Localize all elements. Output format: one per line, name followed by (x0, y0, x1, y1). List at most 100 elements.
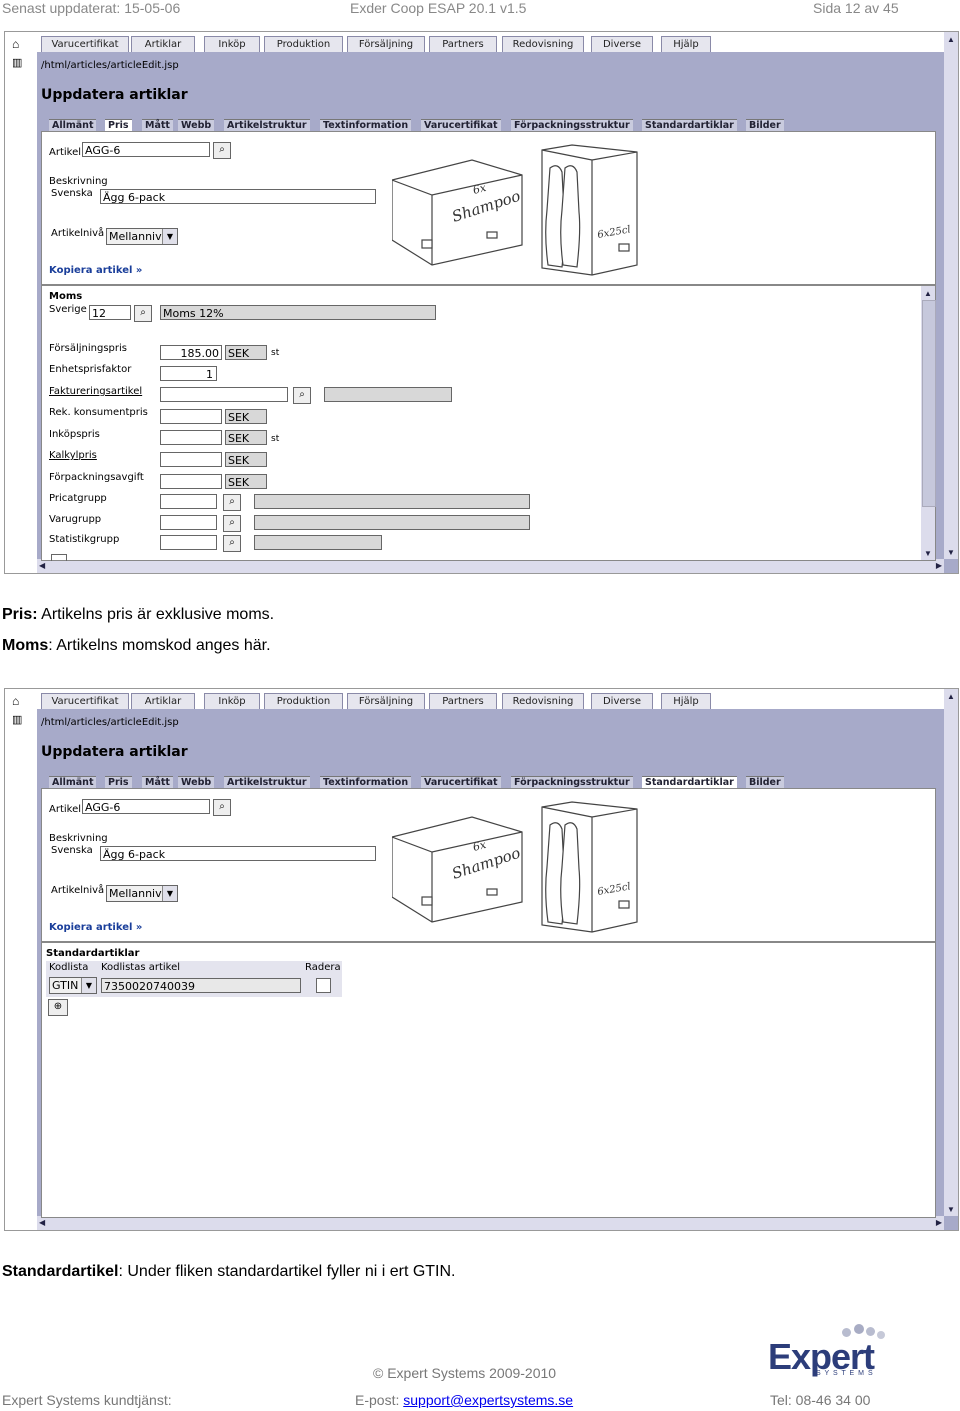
menu-redovisning[interactable]: Redovisning (502, 36, 584, 52)
tab-textinformation[interactable]: Textinformation (320, 119, 412, 131)
artikel-input[interactable]: AGG-6 (82, 142, 210, 157)
varugrupp-desc (254, 515, 530, 530)
radera-checkbox[interactable] (316, 978, 331, 993)
label-statistikgrupp: Statistikgrupp (49, 534, 120, 545)
footer-copyright: © Expert Systems 2009-2010 (373, 1365, 557, 1381)
pricatgrupp-input[interactable] (160, 494, 217, 509)
label-inkopspris: Inköpspris (49, 429, 100, 440)
tab-bilder[interactable]: Bilder (746, 119, 784, 131)
pricatgrupp-desc (254, 494, 530, 509)
varugrupp-search-icon[interactable]: ⌕ (223, 515, 241, 532)
forsaljningspris-input[interactable]: 185.00 (160, 345, 222, 360)
menu-redovisning[interactable]: Redovisning (502, 693, 584, 709)
moms-search-icon[interactable]: ⌕ (134, 305, 152, 322)
menu-produktion[interactable]: Produktion (264, 36, 343, 52)
menu-varucertifikat[interactable]: Varucertifikat (41, 36, 129, 52)
svenska-input[interactable]: Ägg 6-pack (100, 846, 376, 861)
checkbox[interactable] (51, 554, 67, 561)
forsaljningspris-currency: SEK (225, 345, 267, 360)
caption-moms-label: Moms (2, 637, 49, 654)
menu-diverse[interactable]: Diverse (591, 36, 653, 52)
caption-std-label: Standardartikel (2, 1263, 119, 1280)
artikel-input[interactable]: AGG-6 (82, 799, 210, 814)
menu-inkop[interactable]: Inköp (204, 693, 260, 709)
menu-icon[interactable]: ▥ (12, 56, 22, 69)
copy-article-link[interactable]: Kopiera artikel » (49, 265, 142, 276)
artikel-search-icon[interactable]: ⌕ (213, 799, 231, 816)
tab-varucertifikat[interactable]: Varucertifikat (421, 776, 501, 788)
niva-label: Artikelnivå (51, 885, 105, 896)
tab-pris[interactable]: Pris (105, 776, 132, 788)
kalkylpris-input[interactable] (160, 452, 222, 467)
caption-pris-text: Artikelns pris är exklusive moms. (37, 606, 275, 623)
outer-scrollbar[interactable]: ▲ ▼ (944, 32, 958, 559)
rek-konsumentpris-input[interactable] (160, 409, 222, 424)
tab-bilder[interactable]: Bilder (746, 776, 784, 788)
label-faktureringsartikel[interactable]: Faktureringsartikel (49, 386, 142, 397)
home-icon[interactable]: ⌂ (12, 694, 19, 708)
copy-article-link[interactable]: Kopiera artikel » (49, 922, 142, 933)
outer-hscrollbar[interactable]: ◀ ▶ (37, 559, 944, 573)
niva-select[interactable]: Mellannivå ▼ (106, 228, 178, 245)
tab-standardartiklar[interactable]: Standardartiklar (642, 776, 737, 788)
tab-webb[interactable]: Webb (178, 776, 215, 788)
tab-matt[interactable]: Mått (142, 776, 173, 788)
scroll-thumb[interactable] (922, 300, 936, 507)
beskrivning-label: Beskrivning (49, 176, 108, 187)
menu-forsaljning[interactable]: Försäljning (347, 36, 425, 52)
tab-varucertifikat[interactable]: Varucertifikat (421, 119, 501, 131)
menu-partners[interactable]: Partners (429, 36, 497, 52)
menu-partners[interactable]: Partners (429, 693, 497, 709)
tab-allmant[interactable]: Allmänt (49, 776, 97, 788)
tab-artikelstruktur[interactable]: Artikelstruktur (224, 119, 310, 131)
faktureringsartikel-input[interactable] (160, 387, 288, 402)
sverige-label: Sverige (49, 304, 87, 315)
pris-scrollbar[interactable]: ▲ ▼ (921, 286, 936, 560)
outer-hscrollbar[interactable]: ◀ ▶ (37, 1216, 944, 1230)
menu-hjalp[interactable]: Hjälp (661, 36, 711, 52)
enhetsprisfaktor-input[interactable]: 1 (160, 366, 217, 381)
artikel-label: Artikel (49, 804, 82, 815)
artikel-search-icon[interactable]: ⌕ (213, 142, 231, 159)
tab-pris[interactable]: Pris (105, 119, 132, 131)
tab-forpackningsstruktur[interactable]: Förpackningsstruktur (511, 776, 633, 788)
home-icon[interactable]: ⌂ (12, 37, 19, 51)
menu-diverse[interactable]: Diverse (591, 693, 653, 709)
varugrupp-input[interactable] (160, 515, 217, 530)
menu-produktion[interactable]: Produktion (264, 693, 343, 709)
menu-artiklar[interactable]: Artiklar (131, 693, 195, 709)
tab-artikelstruktur[interactable]: Artikelstruktur (224, 776, 310, 788)
footer-tel: Tel: 08-46 34 00 (770, 1392, 871, 1408)
gtin-input[interactable]: 7350020740039 (101, 978, 301, 993)
tab-matt[interactable]: Mått (142, 119, 173, 131)
chevron-down-icon: ▼ (162, 886, 177, 901)
menu-artiklar[interactable]: Artiklar (131, 36, 195, 52)
label-kalkylpris[interactable]: Kalkylpris (49, 450, 97, 461)
svenska-input[interactable]: Ägg 6-pack (100, 189, 376, 204)
menu-varucertifikat[interactable]: Varucertifikat (41, 693, 129, 709)
menu-inkop[interactable]: Inköp (204, 36, 260, 52)
moms-code-input[interactable]: 12 (89, 305, 131, 320)
email-link[interactable]: support@expertsystems.se (403, 1392, 573, 1408)
pricatgrupp-search-icon[interactable]: ⌕ (223, 494, 241, 511)
kodlista-select[interactable]: GTIN ▼ (49, 977, 97, 994)
std-table: Kodlista Kodlistas artikel Radera GTIN ▼ … (46, 961, 342, 997)
menu-hjalp[interactable]: Hjälp (661, 693, 711, 709)
outer-scrollbar[interactable]: ▲ ▼ (944, 689, 958, 1216)
tab-standardartiklar[interactable]: Standardartiklar (642, 119, 737, 131)
tab-forpackningsstruktur[interactable]: Förpackningsstruktur (511, 119, 633, 131)
statistikgrupp-input[interactable] (160, 535, 217, 550)
menu-forsaljning[interactable]: Försäljning (347, 693, 425, 709)
niva-select[interactable]: Mellannivå ▼ (106, 885, 178, 902)
forpackningsavgift-input[interactable] (160, 474, 222, 489)
std-col-radera: Radera (305, 962, 341, 973)
tab-allmant[interactable]: Allmänt (49, 119, 97, 131)
menu-icon[interactable]: ▥ (12, 713, 22, 726)
inkopspris-input[interactable] (160, 430, 222, 445)
faktureringsartikel-search-icon[interactable]: ⌕ (293, 387, 311, 404)
tab-webb[interactable]: Webb (178, 119, 215, 131)
statistikgrupp-search-icon[interactable]: ⌕ (223, 535, 241, 552)
add-row-icon[interactable]: ⊕ (48, 999, 68, 1016)
label-enhetsprisfaktor: Enhetsprisfaktor (49, 364, 132, 375)
tab-textinformation[interactable]: Textinformation (320, 776, 412, 788)
